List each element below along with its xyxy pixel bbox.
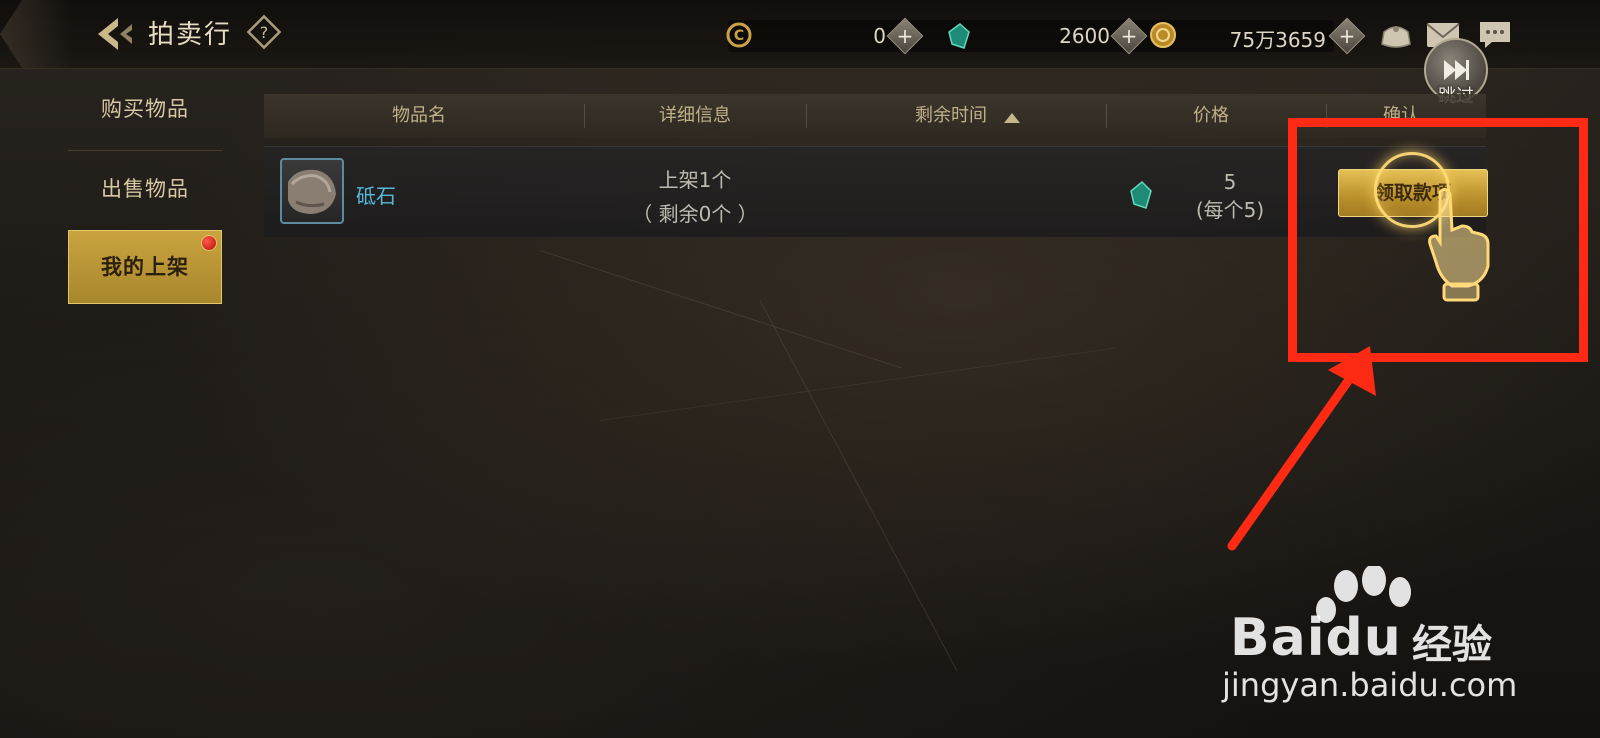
- column-header-remaining-time[interactable]: 剩余时间: [806, 94, 1096, 138]
- svg-text:?: ?: [260, 23, 269, 42]
- annotation-arrow-icon: [1227, 346, 1376, 551]
- green-gem-icon: [1130, 180, 1152, 209]
- price-total: 5: [1223, 170, 1237, 194]
- watermark-url: jingyan.baidu.com: [1222, 666, 1518, 704]
- help-icon[interactable]: ?: [246, 14, 282, 50]
- sidebar-divider: [68, 150, 222, 151]
- item-icon-whetstone[interactable]: [280, 158, 344, 224]
- chat-icon[interactable]: [1478, 20, 1512, 50]
- currency-value-gold: 75万3659: [1229, 28, 1326, 52]
- back-tab[interactable]: [0, 0, 74, 68]
- highlight-annotation-box: [1288, 118, 1588, 362]
- item-name: 砥石: [356, 184, 396, 208]
- column-header-price: 价格: [1193, 105, 1229, 126]
- top-bar: 拍卖行 ? C 0 + 2600 + 75万3659 +: [0, 0, 1600, 69]
- watermark-brand-cn: 经验: [1412, 622, 1492, 668]
- pouch-icon[interactable]: [1378, 20, 1414, 50]
- sidebar-item-sell[interactable]: 出售物品: [68, 154, 222, 224]
- back-arrow-icon[interactable]: [92, 14, 136, 54]
- green-gem-icon: [948, 23, 970, 49]
- detail-listed-count: 上架1个: [658, 168, 732, 192]
- watermark-brand: Baidu: [1230, 608, 1402, 668]
- gold-coin-icon: [1150, 22, 1176, 48]
- detail-remaining-count: （ 剩余0个 ）: [632, 202, 758, 226]
- price-per-unit: (每个5): [1195, 198, 1265, 222]
- notification-badge: [201, 235, 217, 251]
- svg-text:C: C: [734, 28, 744, 44]
- sidebar-item-buy[interactable]: 购买物品: [68, 74, 222, 144]
- sidebar-item-my-listings[interactable]: 我的上架: [68, 230, 222, 304]
- currency-value-c: 0: [873, 24, 886, 48]
- column-header-item-name: 物品名: [392, 105, 446, 126]
- add-currency-gold-button[interactable]: +: [1328, 17, 1366, 55]
- sort-ascending-icon[interactable]: [1004, 113, 1020, 123]
- sidebar-item-label: 我的上架: [101, 255, 189, 279]
- whetstone-icon: [288, 169, 336, 214]
- column-header-details: 详细信息: [659, 105, 731, 126]
- currency-value-gem: 2600: [1059, 24, 1110, 48]
- coin-c-icon: C: [726, 22, 752, 48]
- page-title: 拍卖行: [148, 20, 233, 50]
